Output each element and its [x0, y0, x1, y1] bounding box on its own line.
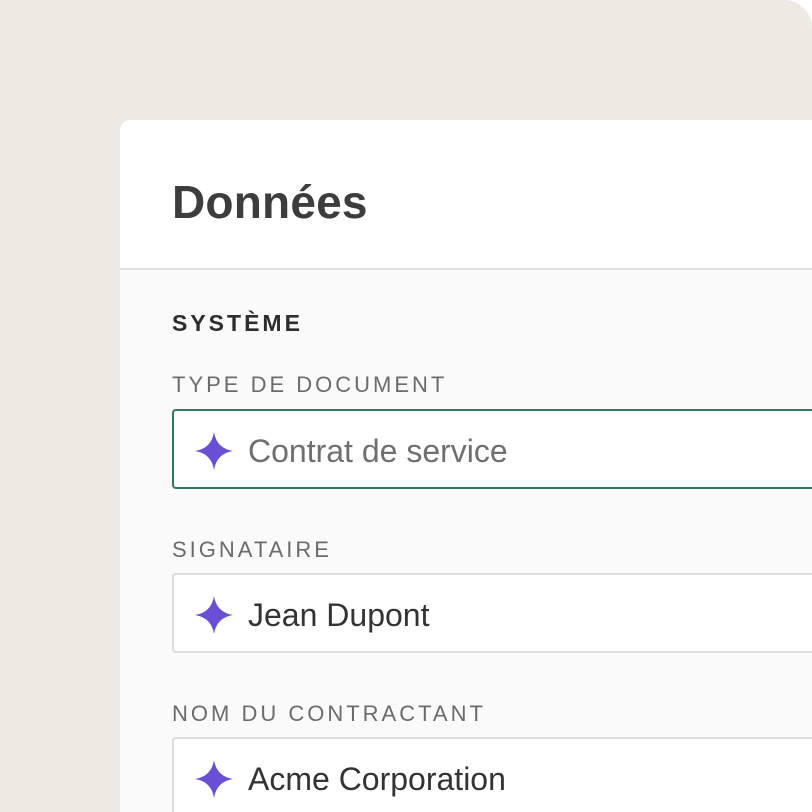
- document-type-field[interactable]: Contrat de service: [172, 409, 812, 489]
- section-heading: SYSTÈME: [172, 310, 303, 336]
- panel-body: SYSTÈME TYPE DE DOCUMENT Contrat de serv…: [120, 270, 812, 812]
- document-type-value: Contrat de service: [248, 433, 508, 469]
- data-panel: Données SYSTÈME TYPE DE DOCUMENT Contrat…: [120, 120, 812, 812]
- sparkle-icon: [195, 596, 233, 634]
- contractor-name-value: Acme Corporation: [248, 761, 506, 797]
- sparkle-icon: [195, 760, 233, 798]
- signatory-label: SIGNATAIRE: [172, 537, 332, 562]
- contractor-name-field[interactable]: Acme Corporation: [172, 737, 812, 812]
- sparkle-icon: [195, 432, 233, 470]
- document-type-label: TYPE DE DOCUMENT: [172, 372, 448, 397]
- panel-title: Données: [172, 176, 368, 228]
- panel-header: Données: [120, 120, 812, 270]
- signatory-value: Jean Dupont: [248, 597, 430, 633]
- signatory-field[interactable]: Jean Dupont: [172, 573, 812, 653]
- contractor-name-label: NOM DU CONTRACTANT: [172, 701, 486, 726]
